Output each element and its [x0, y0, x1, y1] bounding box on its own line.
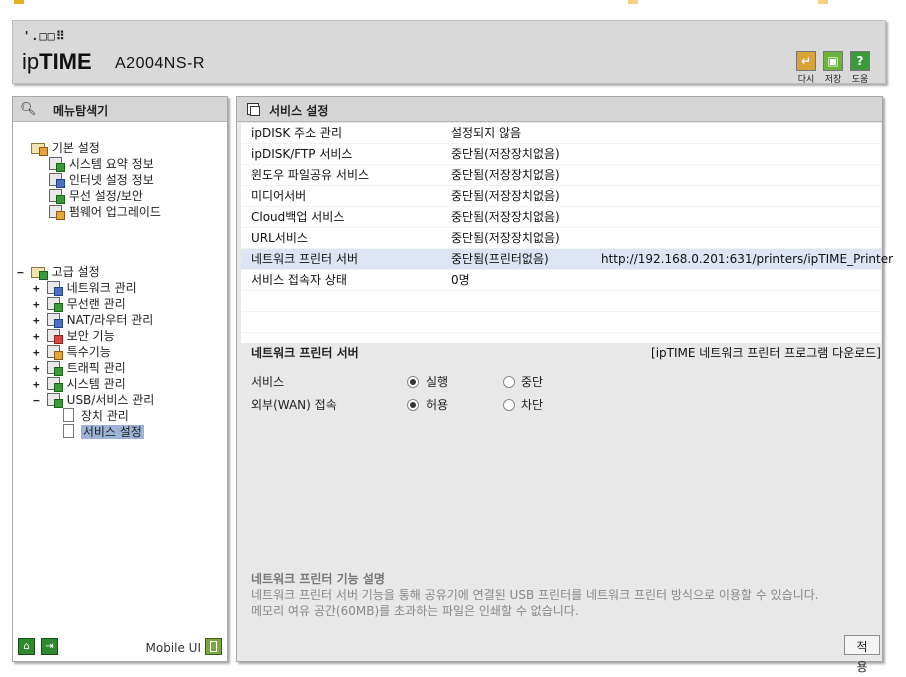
page-icon: [63, 424, 74, 438]
home-button[interactable]: ⌂: [18, 638, 35, 655]
tree-basic-settings[interactable]: 기본 설정: [31, 140, 100, 156]
table-row[interactable]: Cloud백업 서비스 중단됨(저장장치없음): [241, 207, 881, 228]
table-row[interactable]: URL서비스 중단됨(저장장치없음): [241, 228, 881, 249]
option-label: 서비스: [251, 375, 285, 389]
refresh-label: 다시: [797, 75, 815, 85]
expand-toggle[interactable]: +: [33, 361, 43, 377]
tree-item-special[interactable]: + 특수기능: [33, 344, 111, 360]
tree-item-device-management[interactable]: 장치 관리: [63, 408, 129, 424]
monitor-icon: [49, 173, 65, 188]
help-button[interactable]: ? 도움: [849, 51, 871, 85]
expand-toggle[interactable]: +: [33, 329, 43, 345]
service-table: ipDISK 주소 관리 설정되지 않음 ipDISK/FTP 서비스 중단됨(저장…: [241, 123, 893, 354]
page-icon: [63, 408, 74, 422]
tree-item-wlan[interactable]: + 무선랜 관리: [33, 296, 126, 312]
table-row[interactable]: 미디어서버 중단됨(저장장치없음): [241, 186, 881, 207]
chart-icon: [49, 157, 65, 172]
logo-mark: '.□□⠿: [23, 29, 66, 43]
iptime-logo: ipTIME: [22, 49, 92, 74]
table-row[interactable]: 서비스 접속자 상태 0명: [241, 270, 881, 291]
bookmark-bar-remnant: [0, 0, 906, 6]
section-title: 네트워크 프린터 서버: [251, 346, 359, 360]
folder-icon: [31, 143, 48, 156]
collapse-toggle[interactable]: −: [33, 393, 43, 409]
magnifier-icon: 🔍︎: [20, 102, 37, 117]
chart-icon: [46, 377, 63, 392]
menu-explorer-header: 🔍︎ 메뉴탐색기: [13, 97, 227, 122]
tree-item-internet-settings[interactable]: 인터넷 설정 정보: [49, 172, 154, 188]
expand-toggle[interactable]: +: [33, 313, 43, 329]
expand-toggle[interactable]: +: [33, 345, 43, 361]
refresh-button[interactable]: ↵ 다시: [795, 51, 817, 85]
tree-item-nat-router[interactable]: + NAT/라우터 관리: [33, 312, 153, 328]
printer-section-header: 네트워크 프린터 서버 [ipTIME 네트워크 프린터 프로그램 다운로드]: [241, 343, 881, 363]
save-button[interactable]: ▣ 저장: [822, 51, 844, 85]
radio-block[interactable]: [503, 399, 515, 411]
tree-item-usb-service[interactable]: − USB/서비스 관리: [33, 392, 154, 408]
wifi-icon: [46, 297, 63, 312]
expand-toggle[interactable]: +: [33, 377, 43, 393]
folder-icon: [30, 267, 48, 280]
table-row[interactable]: ipDISK/FTP 서비스 중단됨(저장장치없음): [241, 144, 881, 165]
save-icon: ▣: [823, 51, 843, 71]
option-label: 외부(WAN) 접속: [251, 398, 337, 412]
mobile-icon[interactable]: [205, 638, 222, 655]
firmware-icon: [49, 205, 65, 220]
expand-toggle[interactable]: +: [33, 297, 43, 313]
tree-item-system-summary[interactable]: 시스템 요약 정보: [49, 156, 154, 172]
tree-item-network[interactable]: + 네트워크 관리: [33, 280, 137, 296]
help-icon: ?: [850, 51, 870, 71]
tree-item-firmware-upgrade[interactable]: 펌웨어 업그레이드: [49, 204, 161, 220]
radio-allow[interactable]: [407, 399, 419, 411]
refresh-icon: ↵: [796, 51, 816, 71]
usb-icon: [46, 393, 63, 408]
download-link[interactable]: [ipTIME 네트워크 프린터 프로그램 다운로드]: [651, 343, 881, 363]
collapse-toggle[interactable]: −: [17, 265, 27, 281]
model-name: A2004NS-R: [115, 55, 205, 72]
tree-item-traffic[interactable]: + 트래픽 관리: [33, 360, 126, 376]
tree-item-wireless-security[interactable]: 무선 설정/보안: [49, 188, 143, 204]
window-icon: [247, 103, 260, 116]
description-title: 네트워크 프린터 기능 설명: [251, 572, 385, 586]
service-settings-panel: 서비스 설정 ipDISK 주소 관리 설정되지 않음 ipDISK/FTP 서비…: [236, 96, 893, 674]
service-option-row: 서비스 실행 중단: [251, 375, 544, 389]
feature-description: 네트워크 프린터 기능 설명 네트워크 프린터 서버 기능을 통해 공유기에 연…: [251, 572, 819, 618]
table-row-selected[interactable]: 네트워크 프린터 서버 중단됨(프린터없음) http://192.168.0.20…: [241, 249, 893, 270]
help-label: 도움: [851, 75, 869, 85]
lock-icon: [46, 329, 63, 344]
radio-stop[interactable]: [503, 376, 515, 388]
table-row-empty: [241, 291, 881, 312]
network-icon: [46, 281, 63, 296]
menu-explorer: 🔍︎ 메뉴탐색기 기본 설정 시스템 요약 정보 인터넷 설정 정보 무선 설정…: [12, 96, 228, 662]
tree-item-system[interactable]: + 시스템 관리: [33, 376, 126, 392]
wan-access-option-row: 외부(WAN) 접속 허용 차단: [251, 398, 544, 412]
traffic-icon: [46, 361, 63, 376]
table-row-empty: [241, 312, 881, 333]
router-icon: [46, 313, 63, 328]
bookmark-icon: [628, 0, 638, 4]
menu-explorer-title: 메뉴탐색기: [53, 104, 109, 118]
menu-explorer-footer: ⌂ ⇥ Mobile UI: [13, 635, 227, 661]
panel-title: 서비스 설정: [269, 104, 329, 118]
mobile-ui-link[interactable]: Mobile UI: [146, 641, 202, 655]
radio-run[interactable]: [407, 376, 419, 388]
logout-button[interactable]: ⇥: [41, 638, 58, 655]
special-icon: [46, 345, 63, 360]
save-label: 저장: [824, 75, 842, 85]
router-header: '.□□⠿ ipTIME A2004NS-R ↵ 다시 ▣ 저장 ? 도움: [12, 20, 886, 85]
wifi-icon: [49, 189, 65, 204]
bookmark-icon: [14, 0, 24, 4]
tree-item-security[interactable]: + 보안 기능: [33, 328, 115, 344]
printer-url: http://192.168.0.201:631/printers/ipTIME…: [601, 252, 894, 266]
table-row[interactable]: 윈도우 파일공유 서비스 중단됨(저장장치없음): [241, 165, 881, 186]
tree-advanced-settings[interactable]: − 고급 설정: [17, 264, 100, 280]
expand-toggle[interactable]: +: [33, 281, 43, 297]
panel-header: 서비스 설정: [237, 97, 882, 122]
table-row[interactable]: ipDISK 주소 관리 설정되지 않음: [241, 123, 881, 144]
bookmark-icon: [818, 0, 828, 4]
tree-item-service-settings[interactable]: 서비스 설정: [63, 424, 144, 440]
apply-button[interactable]: 적용: [844, 635, 880, 674]
